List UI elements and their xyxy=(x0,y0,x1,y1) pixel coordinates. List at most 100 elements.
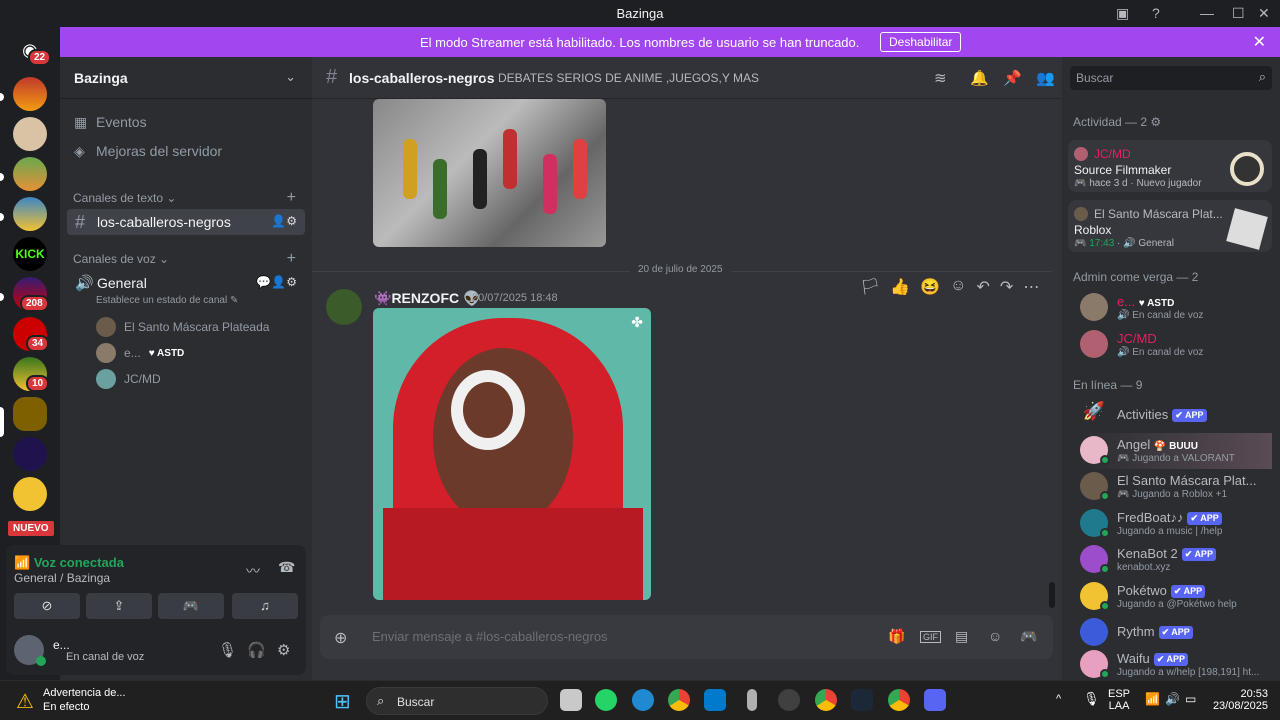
minimize-icon[interactable]: — xyxy=(1200,5,1214,21)
scrollbar[interactable] xyxy=(1049,582,1055,608)
member-row[interactable]: JC/MD 🔊 En canal de voz xyxy=(1080,327,1272,363)
server-icon[interactable] xyxy=(13,157,47,191)
chrome-icon[interactable] xyxy=(888,689,910,711)
language-indicator[interactable]: ESP LAA xyxy=(1108,688,1130,712)
events-item[interactable]: ▦ Eventos xyxy=(74,114,147,131)
member-row[interactable]: Pokétwo ✔ APP Jugando a @Pokétwo help xyxy=(1080,579,1272,615)
server-boost-item[interactable]: ◈ Mejoras del servidor xyxy=(74,143,222,160)
server-icon[interactable] xyxy=(13,117,47,151)
pin-icon[interactable]: 📌 xyxy=(1003,69,1022,87)
members-icon[interactable]: 👥 xyxy=(1036,69,1055,87)
screen-share-button[interactable]: ⇪ xyxy=(86,593,152,619)
channel-settings-icons[interactable]: 👤⚙ xyxy=(271,214,297,228)
add-attachment-icon[interactable]: ⊕ xyxy=(334,628,347,648)
app-icon[interactable] xyxy=(778,689,800,711)
activities-button[interactable]: 🎮 xyxy=(158,593,224,619)
search-input[interactable]: Buscar ⌕ xyxy=(1070,66,1272,90)
server-icon[interactable] xyxy=(13,437,47,471)
thumbs-up-reaction[interactable]: 👍 xyxy=(890,277,910,297)
windows-start-icon[interactable]: ⊞ xyxy=(334,689,351,714)
help-icon[interactable]: ? xyxy=(1152,5,1160,21)
member-row[interactable]: KenaBot 2 ✔ APP kenabot.xyz xyxy=(1080,542,1272,578)
close-window-icon[interactable]: ✕ xyxy=(1258,5,1270,22)
message-image[interactable]: ✤ xyxy=(373,308,651,600)
file-explorer-icon[interactable] xyxy=(560,689,582,711)
whatsapp-icon[interactable] xyxy=(595,689,617,711)
warning-icon[interactable]: ⚠ xyxy=(16,689,34,714)
add-channel-icon[interactable]: + xyxy=(287,189,296,207)
reply-icon[interactable]: ↶ xyxy=(977,277,990,297)
steam-icon[interactable] xyxy=(851,689,873,711)
more-icon[interactable]: ⋯ xyxy=(1023,277,1039,297)
volume-icon[interactable]: 🔊 xyxy=(1165,692,1180,706)
emoji-icon[interactable]: ☺ xyxy=(988,628,1002,644)
server-header[interactable]: Bazinga ⌄ xyxy=(60,57,312,99)
member-row[interactable]: El Santo Máscara Plat... 🎮 Jugando a Rob… xyxy=(1080,469,1272,505)
voice-channel-general[interactable]: 🔊 General 💬👤⚙ xyxy=(67,270,305,296)
sticker-icon[interactable]: ▤ xyxy=(955,628,968,645)
voice-user[interactable]: El Santo Máscara Plateada xyxy=(96,317,269,337)
message-input[interactable]: ⊕ Enviar mensaje a #los-caballeros-negro… xyxy=(320,615,1053,659)
taskbar-search[interactable]: ⌕ Buscar xyxy=(366,687,548,715)
soundboard-button[interactable]: ♫ xyxy=(232,593,298,619)
member-row[interactable]: 🚀 Activities ✔ APP xyxy=(1080,398,1272,434)
voice-user[interactable]: JC/MD xyxy=(96,369,161,389)
voice-user[interactable]: e... ♥ ASTD xyxy=(96,343,184,363)
gif-icon[interactable]: GIF xyxy=(920,631,941,643)
camera-button[interactable]: ⊘ xyxy=(14,593,80,619)
member-row[interactable]: Angel 🍄 BUUU 🎮 Jugando a VALORANT xyxy=(1080,433,1272,469)
edge-icon[interactable] xyxy=(632,689,654,711)
headphones-icon[interactable]: 🎧 xyxy=(247,641,266,659)
voice-status[interactable]: Establece un estado de canal ✎ xyxy=(96,295,238,306)
member-row[interactable]: Rythm ✔ APP xyxy=(1080,615,1272,651)
voice-location[interactable]: General / Bazinga xyxy=(14,571,110,585)
member-row[interactable]: e... ♥ ASTD 🔊 En canal de voz xyxy=(1080,290,1272,326)
activities-icon[interactable]: 🎮 xyxy=(1020,628,1037,645)
disconnect-icon[interactable]: ☎ xyxy=(278,559,295,576)
user-settings-icon[interactable]: ⚙ xyxy=(277,641,290,659)
user-name[interactable]: e... xyxy=(53,638,70,652)
chrome-icon[interactable] xyxy=(668,689,690,711)
gift-icon[interactable]: 🎁 xyxy=(888,628,905,645)
laugh-reaction[interactable]: 😆 xyxy=(920,277,940,297)
message-author[interactable]: 👾RENZOFC 👽 xyxy=(374,290,480,307)
member-row[interactable]: Waifu ✔ APP Jugando a w/help [198,191] ht… xyxy=(1080,647,1272,683)
member-row[interactable]: FredBoat♪♪ ✔ APP Jugando a music | /help xyxy=(1080,506,1272,542)
server-icon[interactable] xyxy=(13,77,47,111)
apps-icon[interactable]: ✤ xyxy=(631,314,643,331)
inbox-icon[interactable]: ▣ xyxy=(1116,5,1129,22)
server-icon[interactable] xyxy=(13,397,47,431)
threads-icon[interactable]: ≋ xyxy=(934,69,947,87)
message-image[interactable] xyxy=(373,99,606,247)
noise-suppression-icon[interactable]: 〰 xyxy=(246,561,260,581)
add-voice-channel-icon[interactable]: + xyxy=(287,250,296,268)
bell-icon[interactable]: 🔔 xyxy=(970,69,989,87)
discord-icon[interactable] xyxy=(924,689,946,711)
forward-icon[interactable]: ↷ xyxy=(1000,277,1013,297)
rainbow-flag-reaction[interactable]: 🏳 xyxy=(860,277,880,297)
activity-card[interactable]: JC/MD Source Filmmaker 🎮 hace 3 d · Nuev… xyxy=(1068,140,1272,192)
kick-server-icon[interactable]: KICK xyxy=(13,237,47,271)
app-icon[interactable] xyxy=(747,689,757,711)
microphone-icon[interactable]: 🎙 xyxy=(1083,691,1100,707)
server-icon[interactable] xyxy=(13,197,47,231)
vscode-icon[interactable] xyxy=(704,689,726,711)
server-icon[interactable] xyxy=(13,477,47,511)
close-banner-icon[interactable]: ✕ xyxy=(1253,32,1266,52)
channel-los-caballeros-negros[interactable]: # los-caballeros-negros 👤⚙ xyxy=(67,209,305,235)
microphone-icon[interactable]: 🎙 xyxy=(218,641,237,659)
channel-topic[interactable]: DEBATES SERIOS DE ANIME ,JUEGOS,Y MAS xyxy=(498,71,759,85)
wifi-icon[interactable]: 📶 xyxy=(1145,692,1160,706)
text-category[interactable]: Canales de texto ⌄ xyxy=(73,191,176,205)
clock[interactable]: 20:53 23/08/2025 xyxy=(1212,688,1268,712)
voice-channel-tools[interactable]: 💬👤⚙ xyxy=(256,275,297,289)
maximize-icon[interactable]: ☐ xyxy=(1232,5,1245,22)
voice-category[interactable]: Canales de voz ⌄ xyxy=(73,252,169,266)
author-avatar[interactable] xyxy=(326,289,362,325)
chrome-icon[interactable] xyxy=(815,689,837,711)
voice-connected-status[interactable]: 📶 Voz conectada xyxy=(14,555,124,571)
disable-streamer-button[interactable]: Deshabilitar xyxy=(880,32,962,52)
activity-card[interactable]: El Santo Máscara Plat... Roblox 🎮 17:43 … xyxy=(1068,200,1272,252)
add-reaction-icon[interactable]: ☺ xyxy=(950,277,966,297)
battery-icon[interactable]: ▭ xyxy=(1185,692,1196,706)
